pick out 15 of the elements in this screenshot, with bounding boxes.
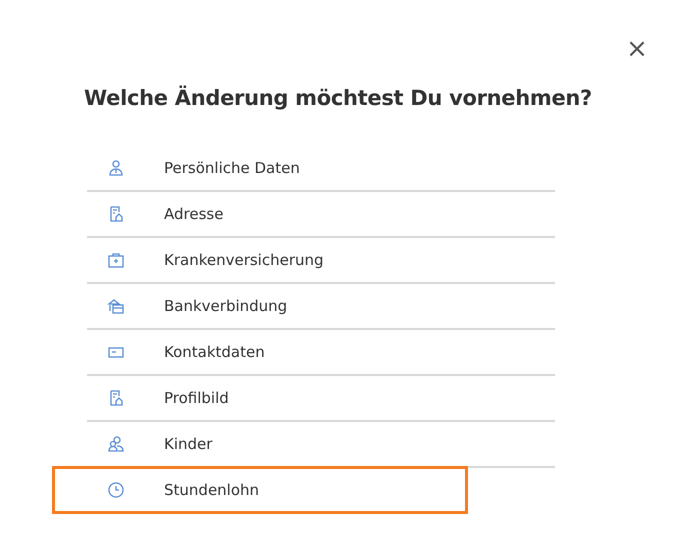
option-row[interactable]: Kontaktdaten [87, 330, 555, 376]
option-row[interactable]: Profilbild [87, 376, 555, 422]
option-row[interactable]: Adresse [87, 192, 555, 238]
dialog-title: Welche Änderung möchtest Du vornehmen? [83, 86, 593, 110]
bank-icon [107, 297, 125, 315]
option-row[interactable]: Persönliche Daten [87, 146, 555, 192]
highlighted-option-row[interactable]: Stundenlohn [52, 466, 468, 514]
close-button[interactable]: × [626, 34, 648, 64]
option-row[interactable]: Krankenversicherung [87, 238, 555, 284]
people-icon [107, 435, 125, 453]
person-icon [107, 159, 125, 177]
clock-icon [107, 481, 125, 499]
option-row[interactable]: Kinder [87, 422, 555, 468]
medical-case-icon [107, 251, 125, 269]
option-row[interactable]: Bankverbindung [87, 284, 555, 330]
